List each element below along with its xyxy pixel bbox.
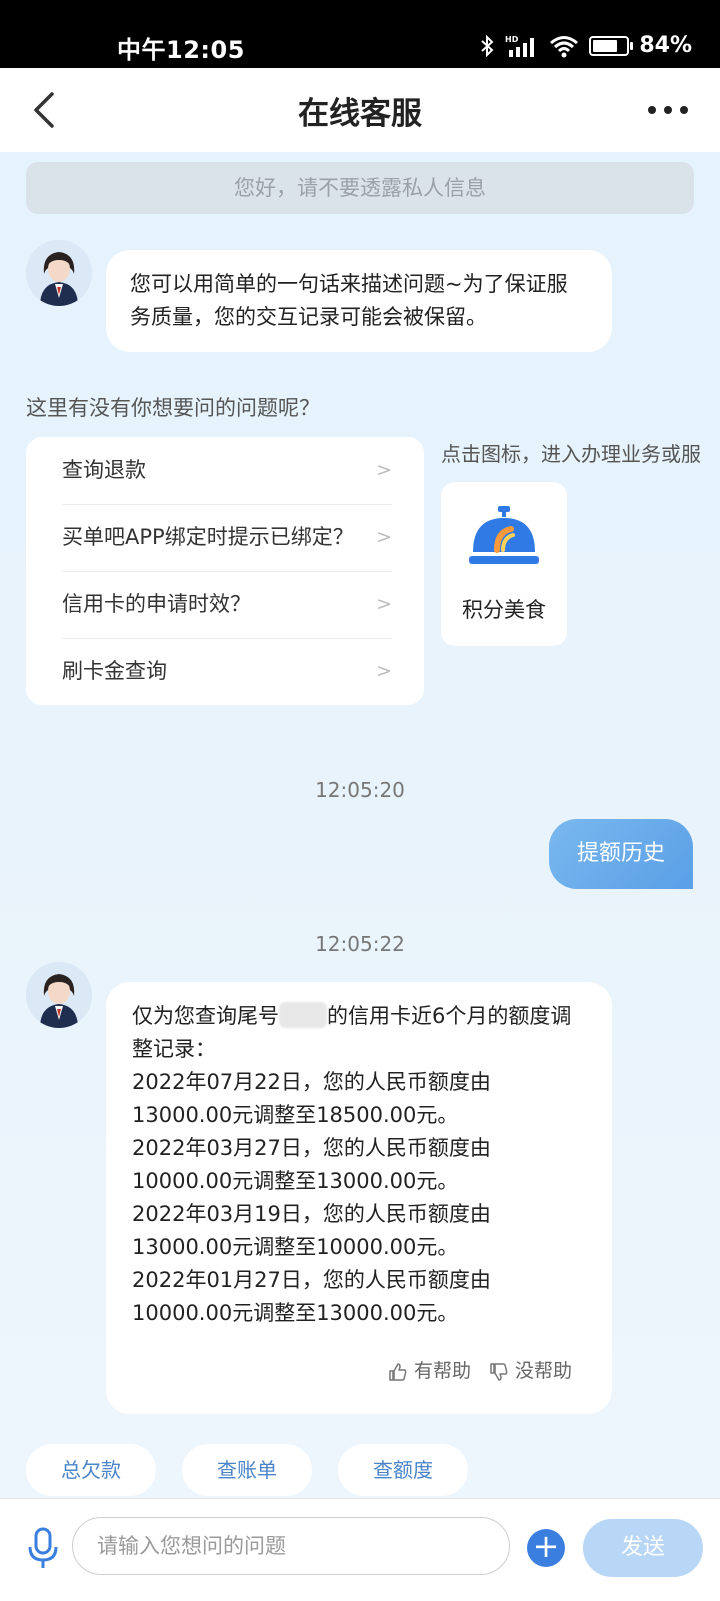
status-bar: 中午12:05 HD 84% — [0, 0, 720, 68]
reply-record: 2022年03月19日，您的人民币额度由13000.00元调整至10000.00… — [132, 1202, 491, 1259]
not-helpful-label: 没帮助 — [514, 1360, 572, 1382]
faq-item-label: 买单吧APP绑定时提示已绑定？ — [62, 525, 354, 549]
helpful-label: 有帮助 — [413, 1360, 471, 1382]
faq-item-app-bind[interactable]: 买单吧APP绑定时提示已绑定？ > — [62, 504, 392, 572]
agent-reply-text: 仅为您查询尾号 的信用卡近6个月的额度调整记录： 2022年07月22日，您的人民… — [132, 1000, 572, 1330]
status-time: 中午12:05 — [117, 36, 245, 64]
agent-avatar — [26, 962, 92, 1028]
masked-card-number — [279, 1002, 327, 1028]
service-card-points-food[interactable]: 积分美食 — [441, 482, 567, 646]
reply-record: 2022年01月27日，您的人民币额度由10000.00元调整至13000.00… — [132, 1268, 491, 1325]
quick-reply-total-debt[interactable]: 总欠款 — [26, 1444, 156, 1496]
chevron-right-icon: > — [376, 459, 392, 481]
thumbs-up-icon — [389, 1362, 407, 1381]
faq-item-refund[interactable]: 查询退款 > — [62, 437, 392, 505]
faq-list: 查询退款 > 买单吧APP绑定时提示已绑定？ > 信用卡的申请时效？ > 刷卡金… — [26, 437, 424, 705]
thumbs-down-icon — [490, 1362, 508, 1381]
wifi-icon — [550, 35, 579, 57]
agent-greeting-bubble: 您可以用简单的一句话来描述问题~为了保证服务质量，您的交互记录可能会被保留。 — [106, 250, 612, 352]
more-dots-icon[interactable] — [648, 106, 688, 114]
service-hint: 点击图标，进入办理业务或服 — [441, 442, 701, 466]
chat-area[interactable]: 您好，请不要透露私人信息 您可以用简单的一句话来描述问题~为了保证服务质量，您的… — [0, 152, 720, 1498]
input-bar: + 发送 — [0, 1498, 720, 1601]
helpful-button[interactable]: 有帮助 — [388, 1355, 471, 1388]
bluetooth-icon — [481, 34, 494, 57]
feedback-row: 有帮助 没帮助 — [388, 1355, 572, 1388]
plus-icon[interactable]: + — [527, 1529, 565, 1567]
send-button[interactable]: 发送 — [583, 1519, 703, 1577]
timestamp: 12:05:20 — [315, 778, 405, 802]
message-input[interactable] — [72, 1517, 510, 1575]
timestamp: 12:05:22 — [315, 932, 405, 956]
status-icons: HD 84% — [479, 33, 692, 58]
service-bell-icon — [469, 506, 539, 564]
privacy-notice: 您好，请不要透露私人信息 — [26, 162, 694, 214]
reply-record: 2022年03月27日，您的人民币额度由10000.00元调整至13000.00… — [132, 1136, 491, 1193]
microphone-icon[interactable] — [26, 1527, 60, 1571]
service-label: 积分美食 — [462, 598, 546, 622]
battery-percent: 84% — [639, 33, 692, 58]
faq-item-label: 查询退款 — [62, 458, 146, 482]
chevron-right-icon: > — [376, 526, 392, 548]
user-message-bubble: 提额历史 — [549, 819, 693, 889]
faq-item-label: 刷卡金查询 — [62, 659, 167, 683]
hd-signal-icon: HD — [505, 35, 535, 57]
faq-item-card-bonus[interactable]: 刷卡金查询 > — [62, 638, 392, 705]
user-message-text: 提额历史 — [576, 841, 665, 866]
app-header: 在线客服 — [0, 68, 720, 152]
reply-record: 2022年07月22日，您的人民币额度由13000.00元调整至18500.00… — [132, 1070, 491, 1127]
not-helpful-button[interactable]: 没帮助 — [489, 1355, 572, 1388]
faq-item-label: 信用卡的申请时效？ — [62, 592, 251, 616]
quick-reply-limit[interactable]: 查额度 — [338, 1444, 468, 1496]
page-title: 在线客服 — [298, 96, 422, 132]
battery-icon — [589, 35, 634, 56]
chevron-right-icon: > — [376, 593, 392, 615]
chevron-right-icon: > — [376, 660, 392, 682]
faq-item-apply-time[interactable]: 信用卡的申请时效？ > — [62, 571, 392, 639]
reply-intro: 仅为您查询尾号 的信用卡近6个月的额度调整记录： — [132, 1000, 572, 1066]
faq-title: 这里有没有你想要问的问题呢？ — [26, 396, 320, 420]
agent-reply-bubble: 仅为您查询尾号 的信用卡近6个月的额度调整记录： 2022年07月22日，您的人民… — [106, 982, 612, 1414]
agent-greeting-text: 您可以用简单的一句话来描述问题~为了保证服务质量，您的交互记录可能会被保留。 — [130, 272, 568, 329]
svg-text:HD: HD — [505, 35, 519, 44]
agent-avatar — [26, 240, 92, 306]
quick-reply-bill[interactable]: 查账单 — [182, 1444, 312, 1496]
reply-intro-pre: 仅为您查询尾号 — [132, 1004, 279, 1028]
